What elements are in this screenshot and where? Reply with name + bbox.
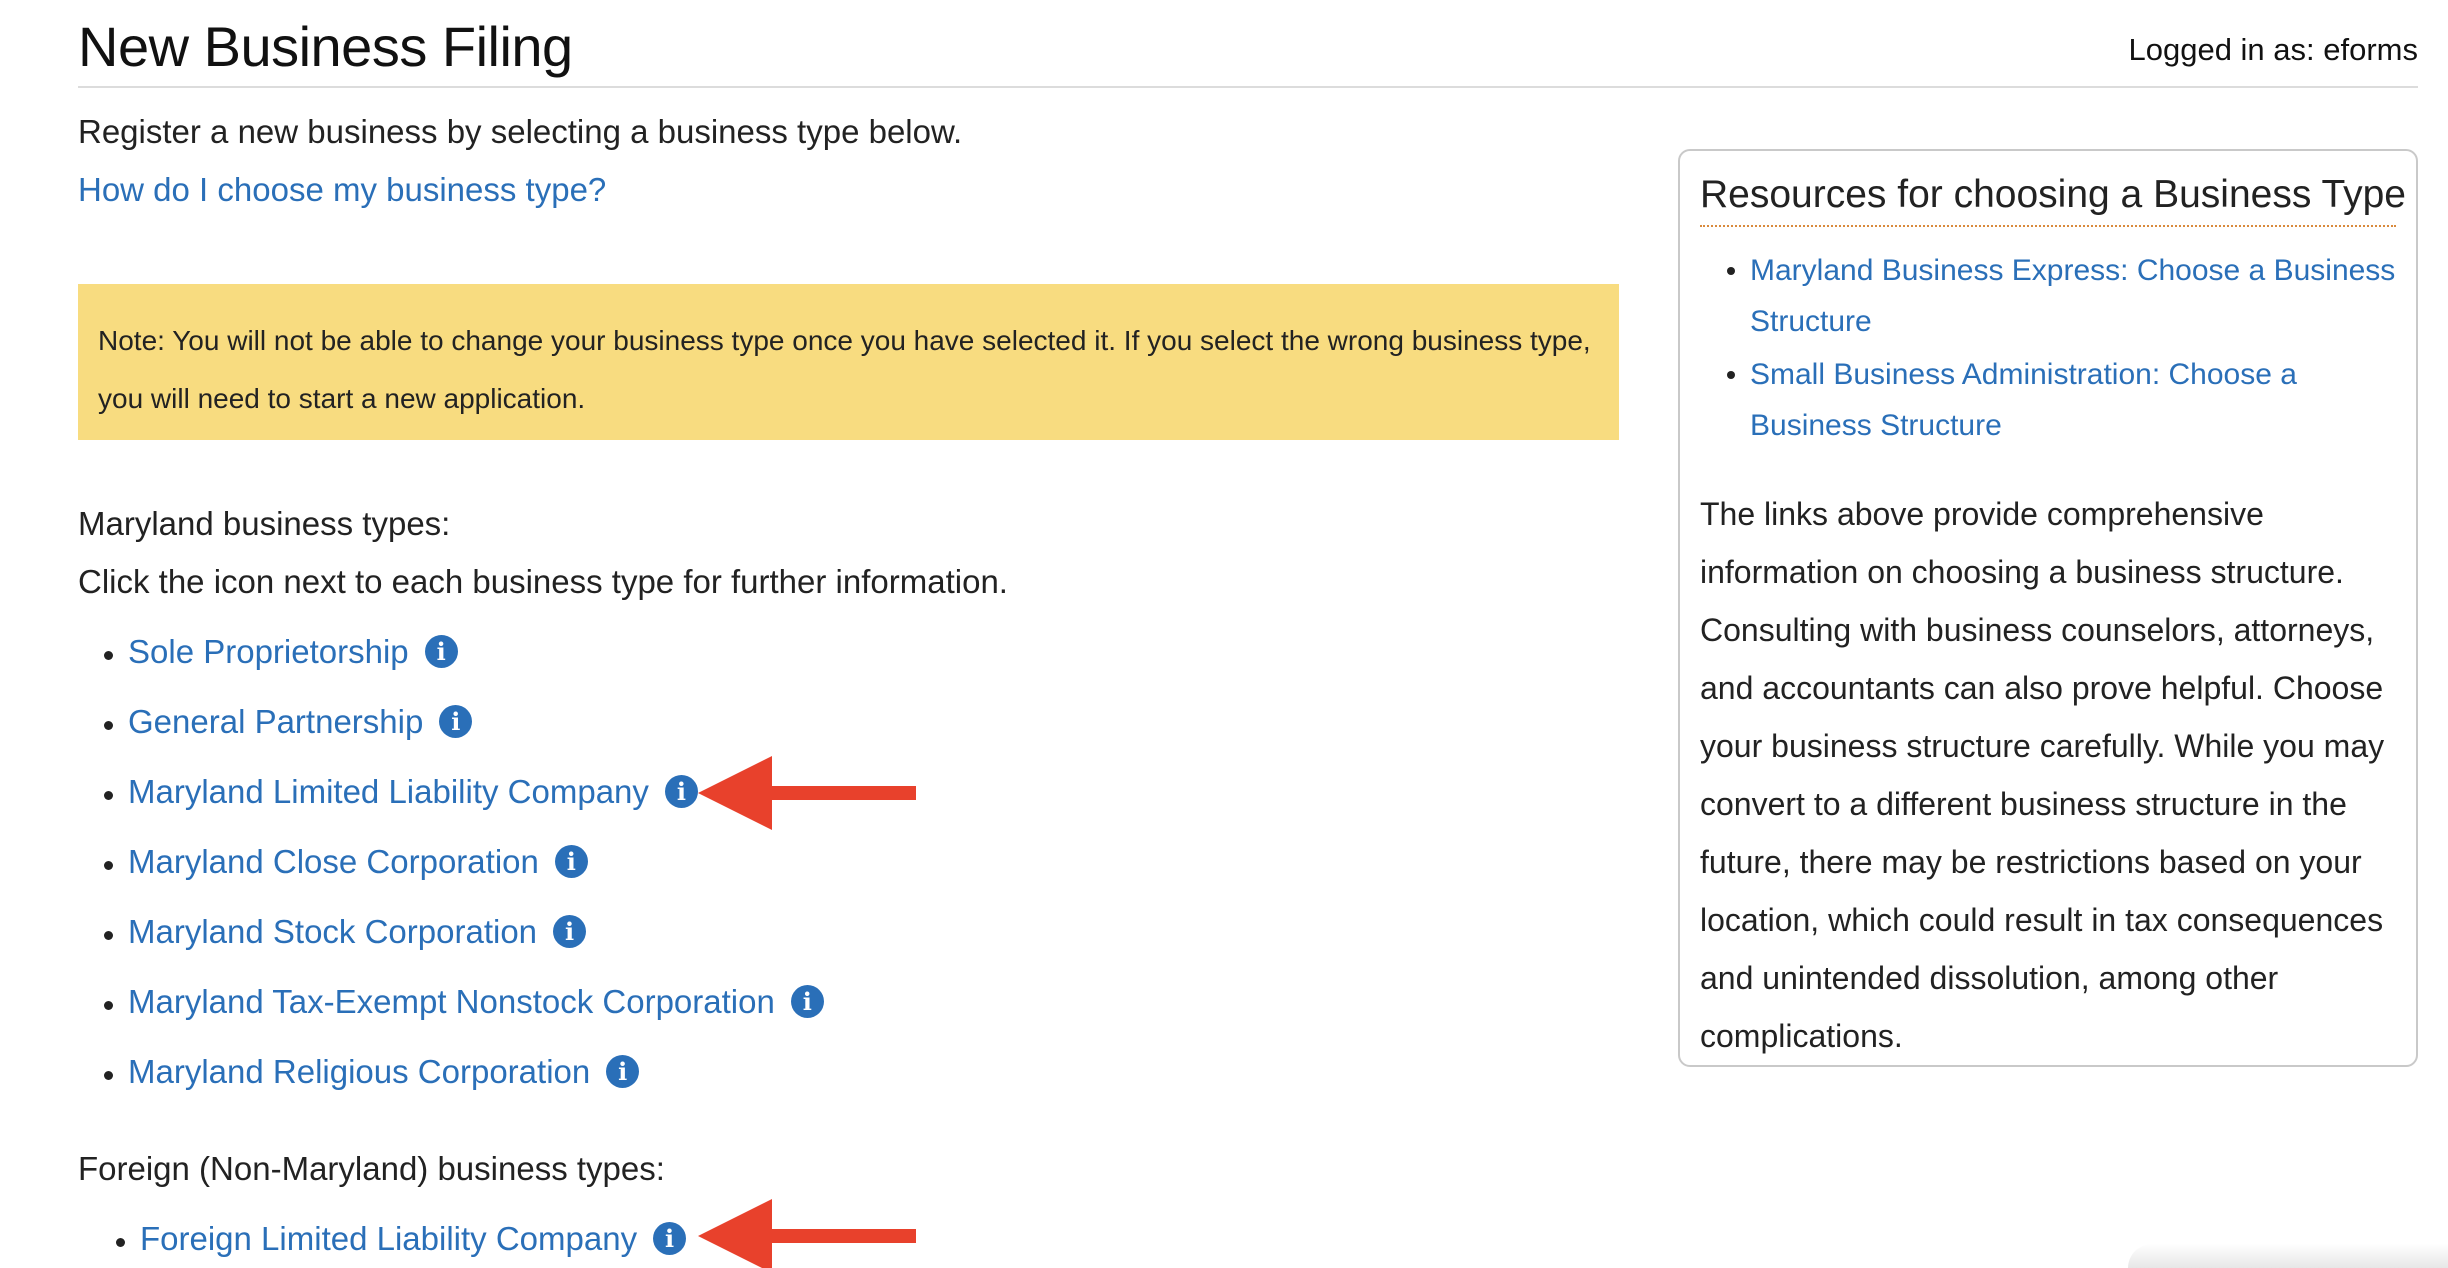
list-item: Small Business Administration: Choose a … [1727,349,2396,451]
info-icon[interactable]: i [424,635,458,668]
page: New Business Filing Logged in as: eforms… [0,0,2448,1268]
business-type-general-partnership-link[interactable]: General Partnership i [128,703,473,741]
business-type-religious-corporation-link[interactable]: Maryland Religious Corporation i [128,1053,640,1091]
sidebar-title: Resources for choosing a Business Type [1700,173,2406,227]
annotation-arrow-icon [698,1199,916,1268]
info-icon[interactable]: i [790,985,824,1018]
help-choose-business-type-link[interactable]: How do I choose my business type? [78,171,606,209]
maryland-types-heading: Maryland business types: [78,505,451,542]
bullet [104,861,113,870]
info-icon[interactable]: i [664,775,698,808]
business-type-label: Maryland Stock Corporation [128,913,538,950]
business-type-foreign-llc-link[interactable]: Foreign Limited Liability Company i [140,1220,687,1258]
warning-note: Note: You will not be able to change you… [78,284,1619,440]
page-header: New Business Filing Logged in as: eforms [78,0,2418,88]
bullet [104,931,113,940]
maryland-business-express-link[interactable]: Maryland Business Express: Choose a Busi… [1750,254,2395,338]
resource-link-list: Maryland Business Express: Choose a Busi… [1700,245,2396,451]
bullet [104,1071,113,1080]
bullet [104,1001,113,1010]
business-type-close-corporation-link[interactable]: Maryland Close Corporation i [128,843,588,881]
business-type-sole-proprietorship-link[interactable]: Sole Proprietorship i [128,633,458,671]
sidebar-description: The links above provide comprehensive in… [1700,496,2385,1054]
business-type-label: Maryland Limited Liability Company [128,773,649,810]
annotation-arrow-icon [698,756,916,830]
bullet [104,721,113,730]
business-type-label: General Partnership [128,703,424,740]
info-icon[interactable]: i [553,915,587,948]
sba-choose-structure-link[interactable]: Small Business Administration: Choose a … [1750,358,2297,442]
info-icon[interactable]: i [554,845,588,878]
logged-in-status: Logged in as: eforms [2128,32,2418,67]
list-item: Maryland Business Express: Choose a Busi… [1727,245,2396,347]
page-shadow [2128,1244,2448,1268]
business-type-label: Maryland Religious Corporation [128,1053,591,1090]
info-icon[interactable]: i [653,1222,687,1255]
bullet [116,1238,125,1247]
info-icon[interactable]: i [439,705,473,738]
page-title: New Business Filing [78,15,573,78]
intro-text: Register a new business by selecting a b… [78,113,963,150]
bullet [104,651,113,660]
resources-sidebar: Resources for choosing a Business Type M… [1678,149,2418,1067]
business-type-maryland-llc-link[interactable]: Maryland Limited Liability Company i [128,773,698,811]
maryland-types-instructions: Click the icon next to each business typ… [78,563,1008,600]
business-type-stock-corporation-link[interactable]: Maryland Stock Corporation i [128,913,587,951]
business-type-label: Sole Proprietorship [128,633,409,670]
info-icon[interactable]: i [606,1055,640,1088]
foreign-types-heading: Foreign (Non-Maryland) business types: [78,1150,665,1187]
bullet [104,791,113,800]
business-type-label: Foreign Limited Liability Company [140,1220,638,1257]
business-type-label: Maryland Tax-Exempt Nonstock Corporation [128,983,775,1020]
business-type-tax-exempt-nonstock-link[interactable]: Maryland Tax-Exempt Nonstock Corporation… [128,983,824,1021]
business-type-label: Maryland Close Corporation [128,843,539,880]
